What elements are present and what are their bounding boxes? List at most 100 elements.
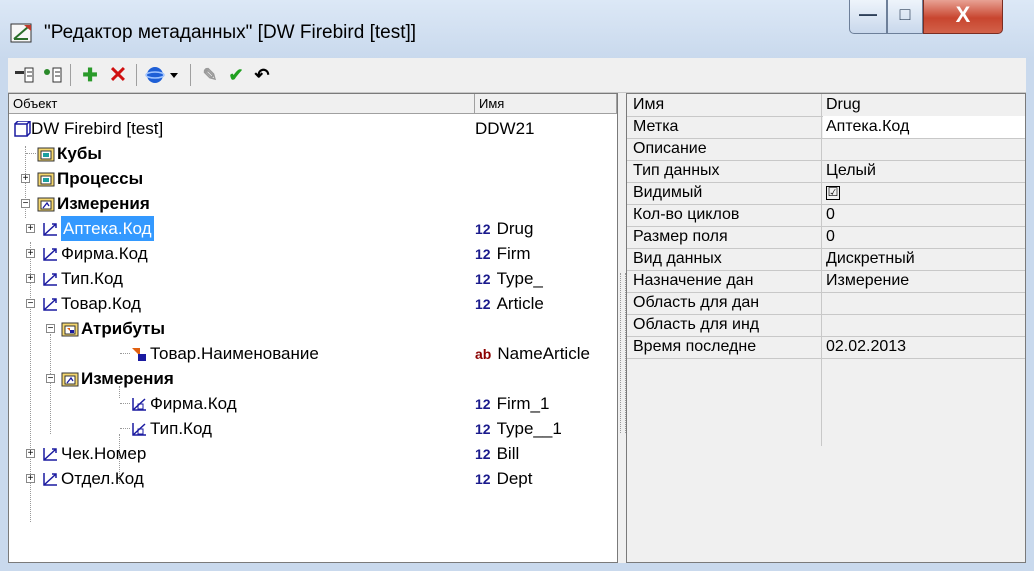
property-key: Тип данных	[633, 162, 720, 179]
tree-row[interactable]: Фирма.Код 12 Firm_1	[9, 391, 617, 416]
tree-item-name: 12 Drug	[475, 219, 534, 238]
tree-item-name: 12 Type_	[475, 269, 543, 288]
tree-row[interactable]: Товар.Наименование ab NameArticle	[9, 341, 617, 366]
property-value[interactable]: Drug	[823, 94, 1025, 116]
database-cube-icon	[14, 121, 31, 137]
tree-row[interactable]: − Товар.Код 12 Article	[9, 291, 617, 316]
apply-button[interactable]: ✔	[224, 63, 248, 87]
column-header-name[interactable]: Имя	[475, 94, 617, 114]
property-value[interactable]	[823, 314, 1025, 336]
string-type-icon: ab	[475, 346, 492, 362]
minimize-button[interactable]: —	[849, 0, 887, 34]
column-header-object[interactable]: Объект	[9, 94, 475, 114]
tree-item-label: Отдел.Код	[61, 469, 144, 488]
property-value[interactable]	[823, 292, 1025, 314]
dimension-icon	[43, 223, 57, 236]
collapse-minus-icon[interactable]: −	[21, 199, 30, 209]
expand-plus-icon[interactable]: +	[26, 449, 35, 459]
property-grid[interactable]: Имя Drug Метка Аптека.Код Описание Тип д…	[626, 93, 1026, 563]
property-key: Вид данных	[633, 250, 722, 267]
collapse-minus-icon[interactable]: −	[26, 299, 35, 309]
close-button[interactable]: X	[923, 0, 1003, 34]
property-value[interactable]: 0	[823, 226, 1025, 248]
tree-row[interactable]: − Атрибуты	[9, 316, 617, 341]
folder-icon	[37, 172, 55, 187]
tree-row[interactable]: + Фирма.Код 12 Firm	[9, 241, 617, 266]
integer-type-icon: 12	[475, 421, 491, 437]
tree-row[interactable]: DW Firebird [test] DDW21	[9, 116, 617, 141]
insert-before-button[interactable]	[12, 63, 36, 87]
property-key: Видимый	[633, 184, 703, 201]
folder-icon	[37, 147, 55, 162]
tree-row[interactable]: + Отдел.Код 12 Dept	[9, 466, 617, 491]
toolbar-separator	[136, 64, 137, 86]
dimension-icon	[43, 273, 57, 286]
toolbar-separator	[190, 64, 191, 86]
integer-type-icon: 12	[475, 271, 491, 287]
property-value-editing[interactable]: Аптека.Код	[823, 116, 1025, 138]
maximize-button[interactable]: □	[887, 0, 923, 34]
integer-type-icon: 12	[475, 446, 491, 462]
tree-row[interactable]: − Измерения	[9, 191, 617, 216]
collapse-minus-icon[interactable]: −	[46, 374, 55, 384]
tree-item-label: Чек.Номер	[61, 444, 147, 463]
tree-row[interactable]: + Тип.Код 12 Type_	[9, 266, 617, 291]
dimension-icon	[43, 248, 57, 261]
tree-row[interactable]: + Чек.Номер 12 Bill	[9, 441, 617, 466]
tree-row[interactable]: − Измерения	[9, 366, 617, 391]
dimension-icon	[43, 448, 57, 461]
property-value[interactable]: Дискретный	[823, 248, 1025, 270]
property-row[interactable]: Описание	[627, 138, 1025, 161]
property-value[interactable]	[823, 138, 1025, 160]
expand-plus-icon[interactable]: +	[21, 174, 30, 184]
collapse-minus-icon[interactable]: −	[46, 324, 55, 334]
property-row[interactable]: Имя Drug	[627, 94, 1025, 117]
expand-plus-icon[interactable]: +	[26, 474, 35, 484]
property-row[interactable]: Вид данных Дискретный	[627, 248, 1025, 271]
expand-plus-icon[interactable]: +	[26, 274, 35, 284]
property-value[interactable]: 0	[823, 204, 1025, 226]
property-row[interactable]: Видимый ☑	[627, 182, 1025, 205]
expand-plus-icon[interactable]: +	[26, 224, 35, 234]
tree-row[interactable]: Тип.Код 12 Type__1	[9, 416, 617, 441]
property-value[interactable]: 02.02.2013	[823, 336, 1025, 358]
object-tree[interactable]: Объект Имя DW Firebird [test] DDW21 Кубы…	[8, 93, 618, 563]
property-key: Область для дан	[633, 294, 760, 311]
edit-button[interactable]: ✎	[198, 63, 222, 87]
dimension-icon	[43, 473, 57, 486]
property-row[interactable]: Назначение дан Измерение	[627, 270, 1025, 293]
tree-item-label: DW Firebird [test]	[31, 119, 164, 138]
tree-row[interactable]: Кубы	[9, 141, 617, 166]
window-title: "Редактор метаданных" [DW Firebird [test…	[44, 22, 417, 43]
property-row[interactable]: Область для инд	[627, 314, 1025, 337]
property-row[interactable]: Тип данных Целый	[627, 160, 1025, 183]
property-value[interactable]: Измерение	[823, 270, 1025, 292]
visible-checkbox[interactable]: ☑	[826, 185, 840, 200]
pane-splitter[interactable]	[618, 93, 626, 563]
globe-dropdown-button[interactable]	[144, 63, 184, 87]
add-button[interactable]: ✚	[78, 63, 102, 87]
delete-button[interactable]: ✕	[106, 63, 130, 87]
expand-plus-icon[interactable]: +	[26, 249, 35, 259]
property-key: Кол-во циклов	[633, 206, 740, 223]
property-row[interactable]: Время последне 02.02.2013	[627, 336, 1025, 359]
property-value[interactable]: Целый	[823, 160, 1025, 182]
linked-dimension-icon	[132, 398, 146, 411]
tree-item-label: Измерения	[81, 369, 174, 388]
property-row[interactable]: Область для дан	[627, 292, 1025, 315]
tree-item-label: Товар.Наименование	[150, 344, 319, 363]
undo-button[interactable]: ↶	[250, 63, 274, 87]
integer-type-icon: 12	[475, 221, 491, 237]
property-row[interactable]: Кол-во циклов 0	[627, 204, 1025, 227]
property-row[interactable]: Метка Аптека.Код	[627, 116, 1025, 139]
title-bar[interactable]: "Редактор метаданных" [DW Firebird [test…	[0, 0, 1034, 58]
property-key: Метка	[633, 118, 679, 135]
tree-item-label-selected: Аптека.Код	[61, 216, 154, 241]
tree-connector	[120, 353, 130, 354]
insert-after-button[interactable]	[40, 63, 64, 87]
tree-row[interactable]: + Процессы	[9, 166, 617, 191]
tree-row[interactable]: + Аптека.Код 12 Drug	[9, 216, 617, 241]
close-icon: X	[955, 2, 971, 27]
property-value[interactable]: ☑	[823, 182, 1025, 204]
property-row[interactable]: Размер поля 0	[627, 226, 1025, 249]
